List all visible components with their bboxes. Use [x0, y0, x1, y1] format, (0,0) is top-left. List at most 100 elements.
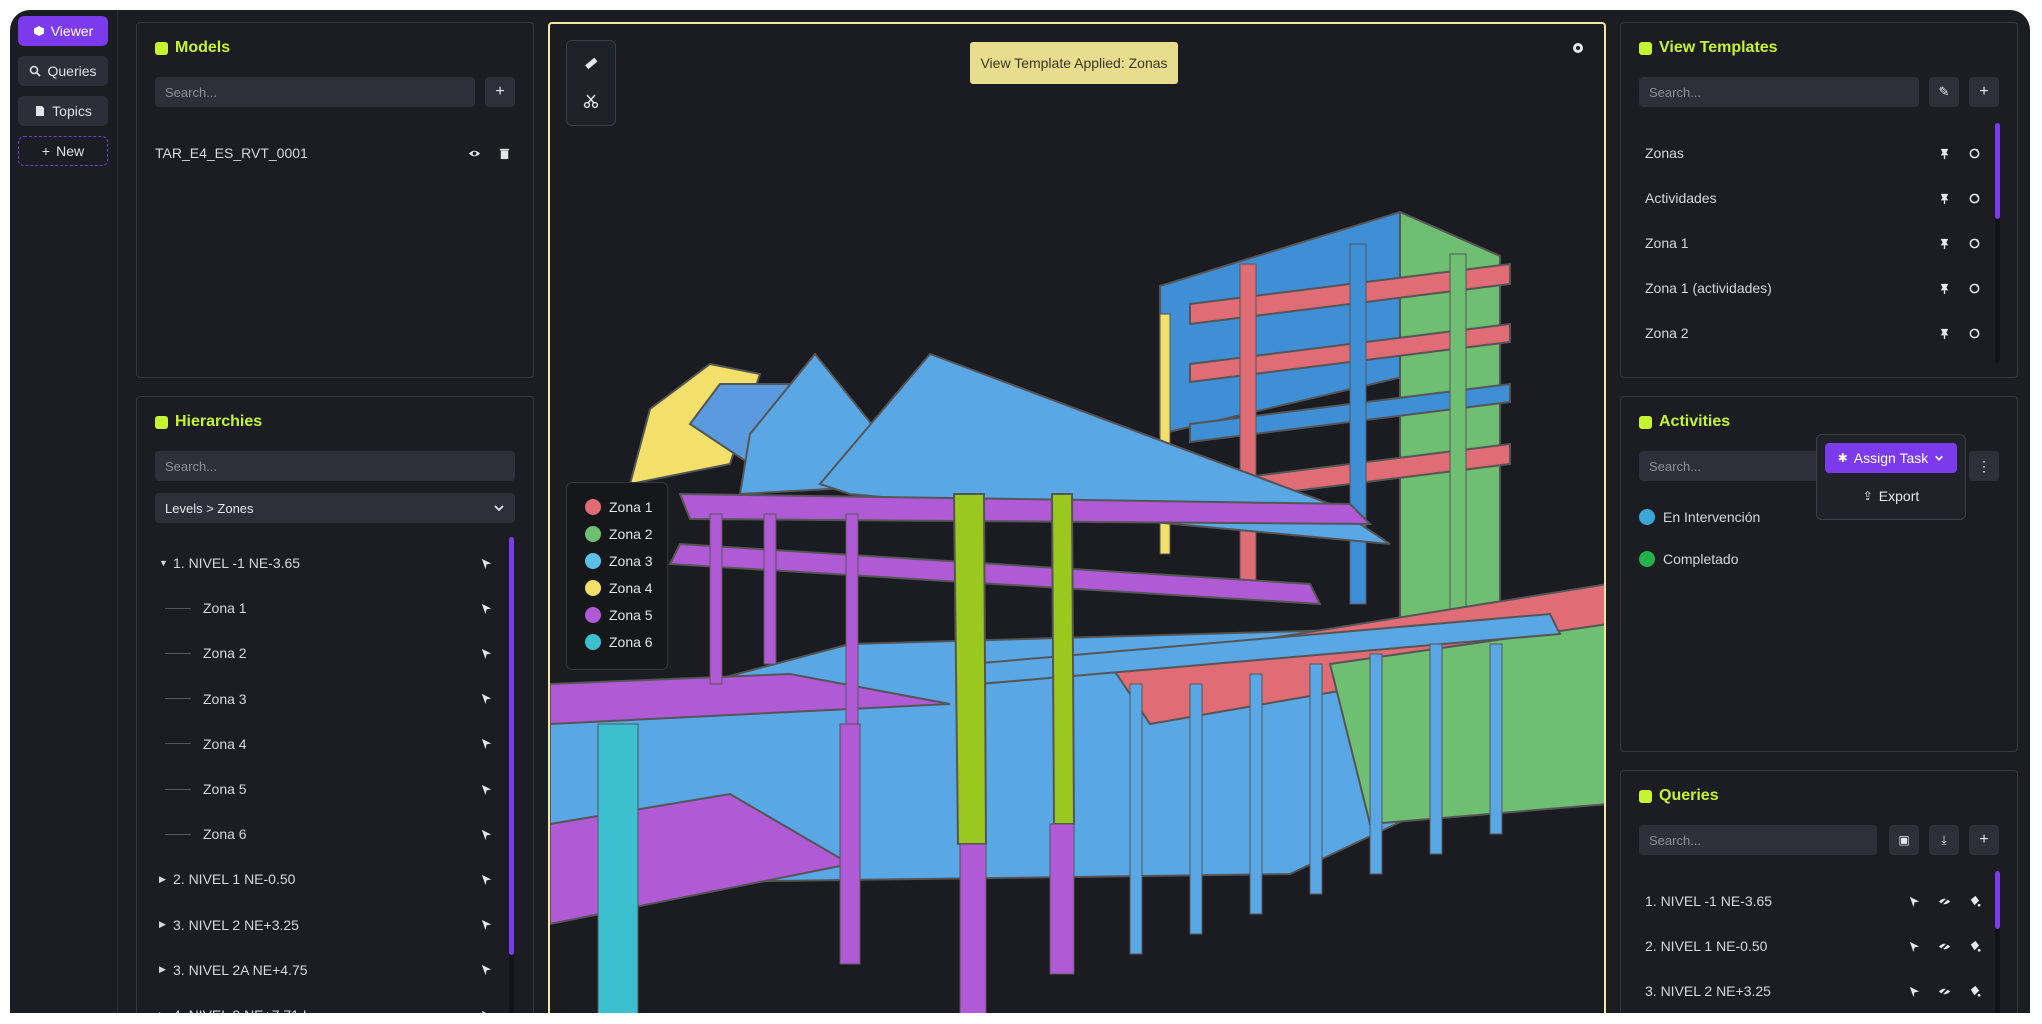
save-query-button[interactable]: ▣	[1889, 825, 1919, 855]
viewer-button[interactable]: Viewer	[18, 16, 108, 46]
model-row[interactable]: TAR_E4_ES_RVT_0001	[155, 141, 511, 165]
queries-search-input[interactable]	[1639, 825, 1877, 855]
save-icon: ▣	[1898, 833, 1910, 847]
query-row[interactable]: 3. NIVEL 2 NE+3.25	[1645, 979, 1981, 1003]
add-template-button[interactable]: +	[1969, 77, 1999, 107]
query-row[interactable]: 2. NIVEL 1 NE-0.50	[1645, 934, 1981, 958]
queries-button[interactable]: Queries	[18, 56, 108, 86]
tree-item-zone[interactable]: Zona 4	[155, 732, 493, 756]
tree-item-label: Zona 6	[203, 826, 247, 843]
select-icon[interactable]	[479, 827, 493, 841]
download-query-button[interactable]: ⤓	[1929, 825, 1959, 855]
tree-item-zone[interactable]: Zona 6	[155, 822, 493, 846]
legend-item: Zona 6	[585, 628, 667, 655]
queries-scrollbar[interactable]	[1995, 871, 2000, 929]
pin-icon[interactable]	[1937, 146, 1951, 160]
models-search-input[interactable]	[155, 77, 475, 107]
select-icon[interactable]	[1907, 939, 1921, 953]
select-icon[interactable]	[479, 1008, 493, 1013]
select-icon[interactable]	[479, 646, 493, 660]
query-row[interactable]: 1. NIVEL -1 NE-3.65	[1645, 889, 1981, 913]
tree-item-zone[interactable]: Zona 2	[155, 641, 493, 665]
paint-bucket-icon[interactable]	[1967, 984, 1981, 998]
reset-icon[interactable]	[1967, 326, 1981, 340]
scissors-icon[interactable]	[583, 93, 599, 109]
building-model[interactable]	[550, 24, 1606, 1013]
add-query-button[interactable]: +	[1969, 825, 1999, 855]
tree-item-level[interactable]: ▶ 2. NIVEL 1 NE-0.50	[155, 867, 493, 891]
tree-item-zone[interactable]: Zona 5	[155, 777, 493, 801]
export-button[interactable]: ⇪ Export	[1825, 481, 1957, 511]
eye-off-icon[interactable]	[1937, 894, 1951, 908]
paint-bucket-icon[interactable]	[1967, 939, 1981, 953]
hierarchies-search-input[interactable]	[155, 451, 515, 481]
queries-label: Queries	[47, 63, 97, 79]
reset-icon[interactable]	[1967, 236, 1981, 250]
template-row[interactable]: Zona 1 (actividades)	[1645, 276, 1981, 300]
tree-item-zone[interactable]: Zona 1	[155, 596, 493, 620]
select-icon[interactable]	[479, 737, 493, 751]
reset-icon[interactable]	[1967, 191, 1981, 205]
assign-task-button[interactable]: ✱ Assign Task	[1825, 443, 1957, 473]
hierarchy-scrollbar[interactable]	[509, 537, 514, 955]
3d-viewport[interactable]: View Template Applied: Zonas Zona 1 Zona …	[548, 22, 1606, 1013]
select-icon[interactable]	[1907, 894, 1921, 908]
legend-swatch	[585, 525, 601, 542]
chevron-down-icon	[494, 505, 504, 512]
clear-filter-button[interactable]: ✎	[1929, 77, 1959, 107]
gear-icon[interactable]	[1570, 40, 1586, 56]
tree-item-label: Zona 5	[203, 781, 247, 797]
tree-item-label: 2. NIVEL 1 NE-0.50	[173, 871, 296, 888]
caret-right-icon[interactable]: ▶	[159, 1010, 173, 1014]
template-row[interactable]: Zonas	[1645, 141, 1981, 165]
tree-item-level[interactable]: ▶4. NIVEL 3 NE+7.71 L	[155, 1003, 493, 1013]
tree-item-zone[interactable]: Zona 3	[155, 687, 493, 711]
topics-button[interactable]: Topics	[18, 96, 108, 126]
ruler-icon[interactable]	[583, 55, 599, 71]
templates-scrollbar[interactable]	[1995, 123, 2000, 219]
status-row[interactable]: Completado	[1639, 547, 1997, 571]
caret-right-icon[interactable]: ▶	[159, 874, 173, 885]
template-row[interactable]: Zona 1	[1645, 231, 1981, 255]
grouping-select[interactable]: Levels > Zones	[155, 493, 515, 523]
caret-right-icon[interactable]: ▶	[159, 964, 173, 975]
tree-item-label: Zona 2	[203, 645, 247, 662]
trash-icon[interactable]	[497, 146, 511, 160]
eye-icon[interactable]	[467, 146, 481, 160]
legend-label: Zona 3	[609, 552, 653, 569]
reset-icon[interactable]	[1967, 281, 1981, 295]
select-icon[interactable]	[479, 872, 493, 886]
tree-item-label: 4. NIVEL 3 NE+7.71 L	[173, 1007, 463, 1013]
more-options-button[interactable]: ⋮	[1969, 451, 1999, 481]
legend-label: Zona 2	[609, 525, 653, 542]
select-icon[interactable]	[1907, 984, 1921, 998]
new-button[interactable]: + New	[18, 136, 108, 166]
select-icon[interactable]	[479, 692, 493, 706]
reset-icon[interactable]	[1967, 146, 1981, 160]
select-icon[interactable]	[479, 601, 493, 615]
pin-icon[interactable]	[1937, 281, 1951, 295]
eye-off-icon[interactable]	[1937, 939, 1951, 953]
paint-bucket-icon[interactable]	[1967, 894, 1981, 908]
caret-down-icon[interactable]: ▼	[159, 558, 173, 568]
tree-item-level[interactable]: ▼ 1. NIVEL -1 NE-3.65	[155, 551, 493, 575]
legend-item: Zona 1	[585, 493, 667, 520]
eye-off-icon[interactable]	[1937, 984, 1951, 998]
tree-item-level[interactable]: ▶ 3. NIVEL 2 NE+3.25	[155, 913, 493, 937]
caret-right-icon[interactable]: ▶	[159, 919, 173, 930]
template-row[interactable]: Zona 2	[1645, 321, 1981, 345]
legend-swatch	[585, 552, 601, 569]
template-row[interactable]: Actividades	[1645, 186, 1981, 210]
pin-icon[interactable]	[1937, 326, 1951, 340]
view-templates-search-input[interactable]	[1639, 77, 1919, 107]
select-icon[interactable]	[479, 963, 493, 977]
legend-swatch	[585, 633, 601, 650]
select-icon[interactable]	[479, 918, 493, 932]
tree-item-level[interactable]: ▶ 3. NIVEL 2A NE+4.75	[155, 958, 493, 982]
pin-icon[interactable]	[1937, 191, 1951, 205]
add-model-button[interactable]: +	[485, 77, 515, 107]
document-icon	[36, 106, 45, 116]
select-icon[interactable]	[479, 556, 493, 570]
select-icon[interactable]	[479, 782, 493, 796]
pin-icon[interactable]	[1937, 236, 1951, 250]
